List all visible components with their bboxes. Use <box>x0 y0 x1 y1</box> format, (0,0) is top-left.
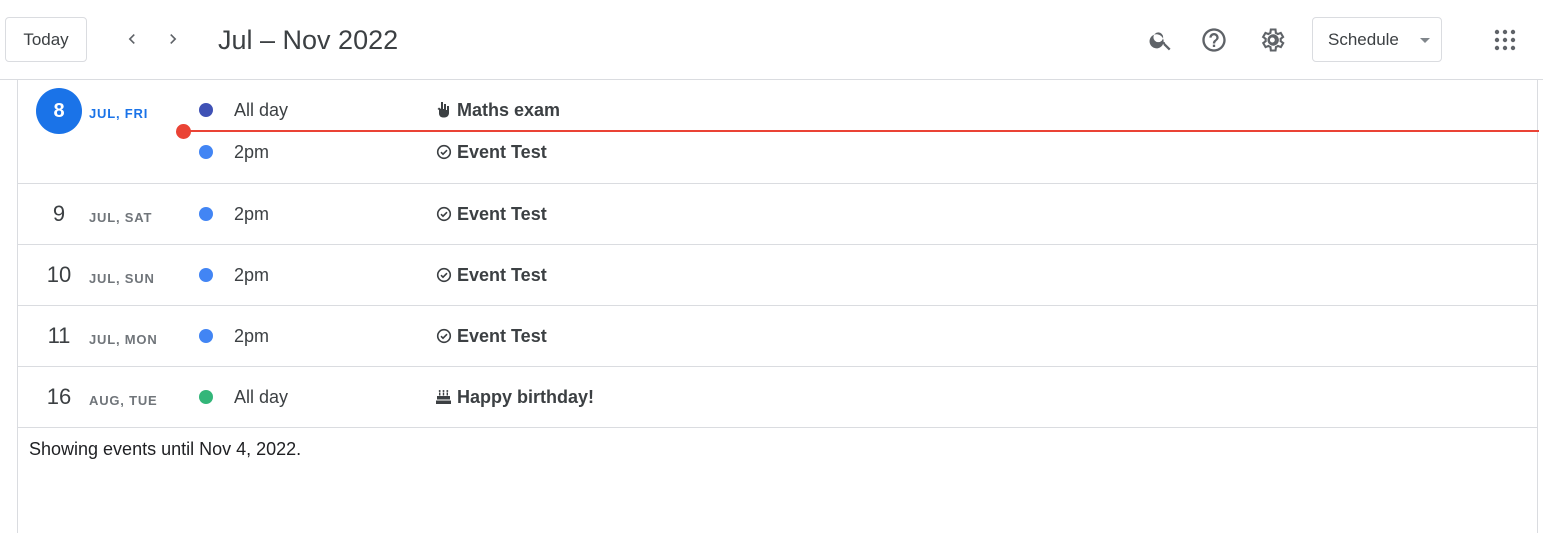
previous-period-button[interactable] <box>116 23 148 55</box>
event-time: 2pm <box>234 326 270 346</box>
event-time: 2pm <box>234 142 270 162</box>
day-group: 10 JUL, SUN 2pm Event Test <box>18 245 1537 306</box>
schedule-end-note: Showing events until Nov 4, 2022. <box>29 439 302 459</box>
event-title: Event Test <box>457 204 547 224</box>
cake-icon <box>435 388 452 405</box>
dropdown-caret-icon <box>1420 38 1430 43</box>
day-group: 9 JUL, SAT 2pm Event Test <box>18 184 1537 245</box>
calendar-color-dot <box>199 207 213 221</box>
event-row[interactable]: 2pm Event Test <box>18 260 1537 290</box>
task-check-icon <box>435 266 452 283</box>
task-check-icon <box>435 143 452 160</box>
day-group: 16 AUG, TUE All day Happy birthday! <box>18 367 1537 428</box>
chevron-right-icon <box>170 34 177 44</box>
event-title: Event Test <box>457 326 547 346</box>
chevron-left-icon <box>128 34 135 44</box>
task-check-icon <box>435 205 452 222</box>
event-row[interactable]: 2pm Event Test <box>18 199 1537 229</box>
event-row[interactable]: 2pm Event Test <box>18 321 1537 351</box>
top-bar: Today Jul – Nov 2022 Schedule <box>0 0 1543 80</box>
event-time: 2pm <box>234 265 270 285</box>
calendar-color-dot <box>199 329 213 343</box>
view-selector-label: Schedule <box>1328 29 1399 49</box>
event-title: Event Test <box>457 142 547 162</box>
current-time-line <box>182 130 1539 132</box>
calendar-color-dot <box>199 390 213 404</box>
event-row[interactable]: All day Maths exam <box>18 95 1537 125</box>
calendar-color-dot <box>199 145 213 159</box>
view-selector[interactable]: Schedule <box>1312 17 1442 62</box>
period-title: Jul – Nov 2022 <box>218 25 399 55</box>
next-period-button[interactable] <box>157 23 189 55</box>
event-title: Event Test <box>457 265 547 285</box>
day-group: 11 JUL, MON 2pm Event Test <box>18 306 1537 367</box>
event-time: All day <box>234 387 289 407</box>
search-button[interactable] <box>1141 20 1181 60</box>
event-time: 2pm <box>234 204 270 224</box>
apps-button[interactable] <box>1485 20 1525 60</box>
calendar-color-dot <box>199 103 213 117</box>
help-icon <box>1202 28 1226 52</box>
event-row[interactable]: 2pm Event Test <box>18 137 1537 167</box>
schedule-list: 8 JUL, FRI All day Maths exam 2pm Event … <box>17 80 1539 533</box>
settings-button[interactable] <box>1252 20 1292 60</box>
event-time: All day <box>234 100 289 120</box>
gear-icon <box>1261 28 1285 52</box>
calendar-color-dot <box>199 268 213 282</box>
event-title: Maths exam <box>457 100 561 120</box>
today-button[interactable]: Today <box>5 17 87 62</box>
apps-grid-icon <box>1494 29 1516 51</box>
hand-icon <box>435 101 452 118</box>
event-row[interactable]: All day Happy birthday! <box>18 382 1537 412</box>
search-icon <box>1149 32 1171 51</box>
help-button[interactable] <box>1194 20 1234 60</box>
day-group: 8 JUL, FRI All day Maths exam 2pm Event … <box>18 80 1539 184</box>
event-title: Happy birthday! <box>457 387 595 407</box>
task-check-icon <box>435 327 452 344</box>
